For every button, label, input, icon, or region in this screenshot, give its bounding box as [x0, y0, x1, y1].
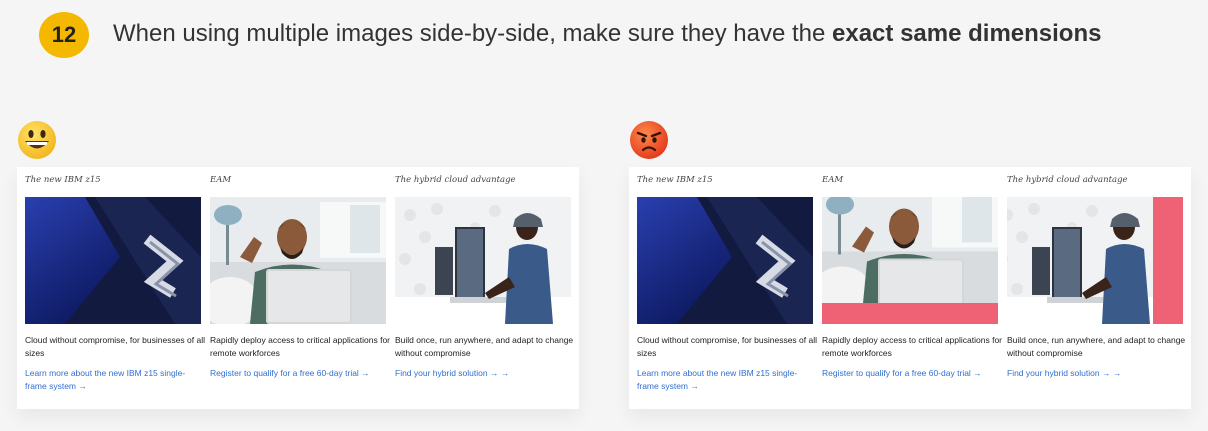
card-eam: EAM Rapidly deploy access to critical ap…: [822, 167, 1002, 409]
card-z15: The new IBM z15 Cloud without compromise…: [637, 167, 817, 409]
card-description: Build once, run anywhere, and adapt to c…: [1007, 335, 1186, 358]
card-title: EAM: [822, 175, 844, 185]
angry-face-icon: [630, 121, 668, 159]
card-description: Rapidly deploy access to critical applic…: [210, 335, 391, 358]
man-at-computer-desk-photo: [395, 197, 571, 324]
card-link[interactable]: Find your hybrid solution → →: [395, 367, 565, 380]
card-title: The new IBM z15: [637, 175, 713, 185]
card-link[interactable]: Find your hybrid solution → →: [1007, 367, 1177, 380]
card-description: Rapidly deploy access to critical applic…: [822, 335, 1003, 358]
grinning-face-icon: [18, 121, 56, 159]
tip-number: 12: [51, 22, 77, 47]
card-description: Cloud without compromise, for businesses…: [25, 335, 205, 358]
tip-heading: When using multiple images side-by-side,…: [113, 20, 1101, 48]
card-title: The hybrid cloud advantage: [1007, 175, 1128, 185]
incorrect-example-panel: The new IBM z15 Cloud without compromise…: [629, 167, 1191, 409]
card-hybrid-cloud: The hybrid cloud advantage Build once, r…: [395, 167, 573, 409]
correct-example-panel: The new IBM z15 Cloud without compromise…: [17, 167, 579, 409]
card-eam: EAM Rapidly deploy access to critical ap…: [210, 167, 390, 409]
card-description: Cloud without compromise, for businesses…: [637, 335, 817, 358]
tip-heading-text: When using multiple images side-by-side,…: [113, 20, 833, 47]
z15-logo-photo: [25, 197, 201, 324]
tip-heading-bold: exact same dimensions: [832, 20, 1102, 47]
card-hybrid-cloud: The hybrid cloud advantage Build once, r…: [1007, 167, 1185, 409]
card-z15: The new IBM z15 Cloud without compromise…: [25, 167, 205, 409]
man-at-computer-desk-photo: [1007, 197, 1183, 324]
card-link[interactable]: Learn more about the new IBM z15 single-…: [25, 367, 195, 393]
z15-logo-photo: [637, 197, 813, 324]
man-waving-at-laptop-photo: [822, 197, 998, 324]
man-waving-at-laptop-photo: [210, 197, 386, 324]
card-link[interactable]: Register to qualify for a free 60-day tr…: [210, 367, 380, 380]
card-link[interactable]: Learn more about the new IBM z15 single-…: [637, 367, 807, 393]
tip-number-badge: 12: [39, 12, 89, 58]
card-description: Build once, run anywhere, and adapt to c…: [395, 335, 574, 358]
card-title: EAM: [210, 175, 232, 185]
card-link[interactable]: Register to qualify for a free 60-day tr…: [822, 367, 992, 380]
card-title: The new IBM z15: [25, 175, 101, 185]
card-title: The hybrid cloud advantage: [395, 175, 516, 185]
